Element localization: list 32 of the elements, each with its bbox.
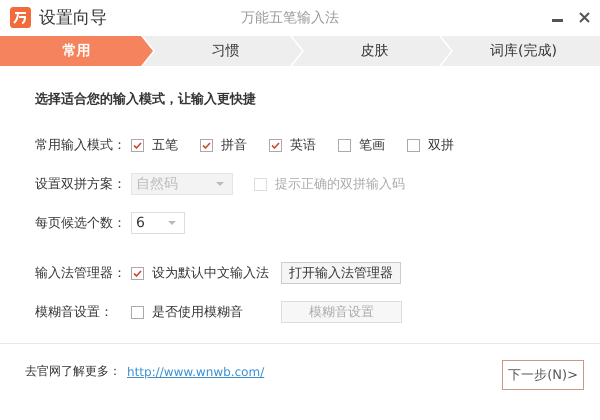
field-label: 每页候选个数： <box>35 215 127 232</box>
field-label: 常用输入模式： <box>35 137 127 154</box>
checkbox[interactable] <box>131 266 144 280</box>
checkbox[interactable] <box>407 138 420 152</box>
close-icon[interactable] <box>579 12 590 23</box>
footer-text: 去官网了解更多： <box>25 363 121 380</box>
section-heading: 选择适合您的输入模式，让输入更快捷 <box>35 90 257 108</box>
app-name: 万能五笔输入法 <box>241 8 340 26</box>
field-label: 设置双拼方案： <box>35 176 127 193</box>
wizard-step-tab[interactable]: 皮肤 <box>292 36 451 66</box>
field-label: 模糊音设置： <box>35 304 114 321</box>
field-label: 输入法管理器： <box>35 265 127 282</box>
checkbox-label: 英语 <box>290 137 316 154</box>
wizard-step-tab[interactable]: 词库(完成) <box>441 36 600 66</box>
checkbox-label: 是否使用模糊音 <box>152 304 243 321</box>
wizard-step-tab[interactable]: 习惯 <box>143 36 302 66</box>
checkbox[interactable] <box>269 138 282 152</box>
checkbox-label: 提示正确的双拼输入码 <box>275 176 405 193</box>
checkbox-label: 五笔 <box>152 137 178 154</box>
app-logo-icon <box>10 7 31 28</box>
checkbox-label: 双拼 <box>428 137 454 154</box>
action-button[interactable]: 打开输入法管理器 <box>281 262 401 284</box>
checkbox-label: 笔画 <box>359 137 385 154</box>
checkbox[interactable] <box>131 306 144 318</box>
checkbox[interactable] <box>200 138 213 152</box>
checkbox-label: 拼音 <box>221 137 247 154</box>
checkbox[interactable] <box>131 138 144 152</box>
next-button[interactable]: 下一步(N)> <box>502 360 584 390</box>
checkbox-label: 设为默认中文输入法 <box>152 265 269 282</box>
window-title: 设置向导 <box>39 7 107 29</box>
checkbox[interactable] <box>338 138 351 152</box>
candidate-count-dropdown[interactable]: 6 <box>131 212 185 234</box>
